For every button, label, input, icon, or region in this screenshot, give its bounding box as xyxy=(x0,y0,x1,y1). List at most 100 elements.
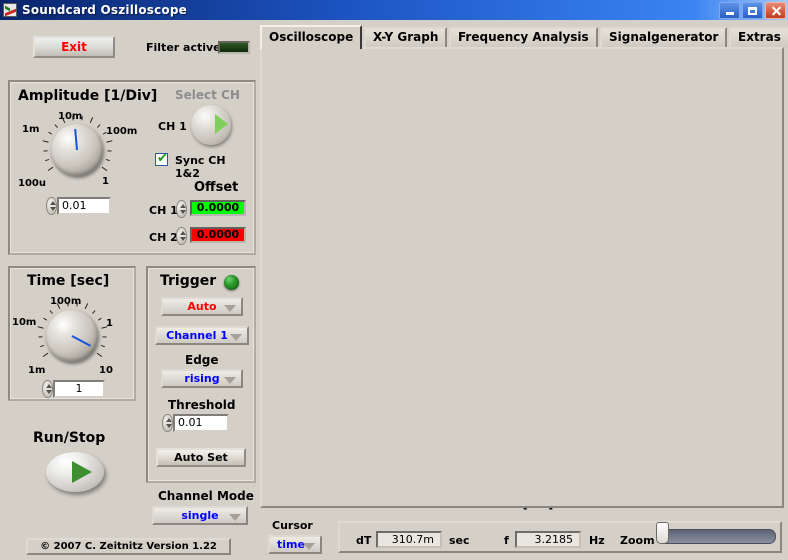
chevron-down-icon xyxy=(229,514,241,521)
trigger-mode-value: Auto xyxy=(187,300,217,313)
threshold-title: Threshold xyxy=(168,398,236,412)
chevron-down-icon xyxy=(230,334,242,341)
tab-content-panel xyxy=(260,47,784,508)
time-title: Time [sec] xyxy=(27,273,110,289)
dt-field[interactable]: 310.7m xyxy=(376,531,442,548)
copyright-label: © 2007 C. Zeitnitz Version 1.22 xyxy=(26,538,231,555)
offset-ch1-stepper[interactable] xyxy=(176,200,187,218)
tab-oscilloscope[interactable]: Oscilloscope xyxy=(260,25,363,49)
trigger-panel: Trigger Auto Channel 1 Edge rising Thres… xyxy=(146,266,256,483)
offset-ch1-field[interactable]: 0.0000 xyxy=(190,200,246,216)
threshold-stepper[interactable]: 0.01 xyxy=(162,414,229,432)
frequency-unit-label: Hz xyxy=(589,534,605,547)
tab-strip: Oscilloscope X-Y Graph Frequency Analysis S… xyxy=(260,25,788,49)
filter-active-label: Filter active xyxy=(146,41,221,54)
run-stop-title: Run/Stop xyxy=(33,430,106,446)
offset-ch1-spin-arrows[interactable] xyxy=(176,200,187,218)
tab-x-y-graph[interactable]: X-Y Graph xyxy=(364,27,448,48)
cursor-mode-dropdown[interactable]: time xyxy=(268,535,322,554)
run-stop-button[interactable] xyxy=(46,452,104,492)
zoom-slider-thumb[interactable] xyxy=(656,522,669,544)
window-titlebar: Soundcard Oszilloscope xyxy=(0,0,788,20)
amplitude-value-field[interactable]: 0.01 xyxy=(57,197,111,215)
amplitude-title: Amplitude [1/Div] xyxy=(18,88,158,104)
trigger-led xyxy=(224,275,239,290)
threshold-spin-arrows[interactable] xyxy=(162,414,173,432)
trigger-edge-title: Edge xyxy=(185,353,219,367)
tab-signalgenerator[interactable]: Signalgenerator xyxy=(600,27,728,48)
frequency-field[interactable]: 3.2185 xyxy=(515,531,581,548)
amplitude-knob[interactable] xyxy=(51,124,103,176)
offset-ch2-field[interactable]: 0.0000 xyxy=(190,227,246,243)
oscilloscope-icon xyxy=(3,3,17,17)
tab-label: Signalgenerator xyxy=(609,30,719,44)
time-knob-label-10: 10 xyxy=(99,365,113,376)
zoom-slider-track[interactable] xyxy=(658,529,776,544)
threshold-field[interactable]: 0.01 xyxy=(173,414,229,432)
trigger-channel-dropdown[interactable]: Channel 1 xyxy=(155,326,249,345)
sync-ch-checkbox[interactable] xyxy=(155,151,168,166)
select-ch-knob[interactable] xyxy=(191,105,231,145)
trigger-edge-value: rising xyxy=(184,372,220,385)
trigger-channel-value: Channel 1 xyxy=(166,329,228,342)
chevron-down-icon xyxy=(303,543,315,550)
tab-label: X-Y Graph xyxy=(373,30,439,44)
select-ch-pointer-icon xyxy=(215,114,228,134)
amplitude-spin-arrows[interactable] xyxy=(46,197,57,215)
cursor-control: Cursor time xyxy=(268,519,322,555)
time-knob-label-10m: 10m xyxy=(12,317,37,328)
tab-frequency-analysis[interactable]: Frequency Analysis xyxy=(449,27,598,48)
select-ch-value: CH 1 xyxy=(158,120,187,133)
time-knob-label-1m: 1m xyxy=(28,365,46,376)
time-spin-arrows[interactable] xyxy=(42,380,53,398)
auto-set-button[interactable]: Auto Set xyxy=(156,448,246,467)
knob-tick xyxy=(43,150,48,152)
knob-tick xyxy=(107,150,112,152)
offset-ch2-label: CH 2 xyxy=(149,231,178,244)
knob-tick xyxy=(102,336,107,338)
tab-label: Oscilloscope xyxy=(269,30,354,44)
zoom-label: Zoom xyxy=(620,534,655,547)
amplitude-knob-label-100m: 100m xyxy=(106,126,138,137)
time-value-field[interactable]: 1 xyxy=(53,380,105,398)
amplitude-knob-label-1m: 1m xyxy=(22,124,40,135)
trigger-edge-dropdown[interactable]: rising xyxy=(161,369,243,388)
minimize-button[interactable] xyxy=(719,2,740,19)
knob-tick xyxy=(38,336,43,338)
filter-active-led xyxy=(218,41,250,54)
close-button[interactable] xyxy=(765,2,786,19)
exit-button[interactable]: Exit xyxy=(33,36,115,58)
amplitude-value-stepper[interactable]: 0.01 xyxy=(46,197,111,215)
time-knob[interactable] xyxy=(46,310,98,362)
offset-title: Offset xyxy=(194,180,239,195)
channel-mode-title: Channel Mode xyxy=(158,489,254,503)
time-value-stepper[interactable]: 1 xyxy=(42,380,105,398)
tab-extras[interactable]: Extras xyxy=(729,27,788,48)
cursor-mode-value: time xyxy=(277,538,305,551)
chevron-down-icon xyxy=(224,305,236,312)
play-icon xyxy=(72,461,92,483)
trigger-mode-dropdown[interactable]: Auto xyxy=(161,297,243,316)
time-panel: Time [sec] 100m 10m 1 10 1m 1 xyxy=(8,266,136,401)
chevron-down-icon xyxy=(224,377,236,384)
offset-ch2-spin-arrows[interactable] xyxy=(176,227,187,245)
maximize-button[interactable] xyxy=(742,2,763,19)
tab-label: Frequency Analysis xyxy=(458,30,589,44)
dt-unit-label: sec xyxy=(449,534,470,547)
frequency-label: f xyxy=(504,534,509,547)
channel-mode-value: single xyxy=(181,509,219,522)
time-knob-label-1: 1 xyxy=(106,318,113,329)
window-title: Soundcard Oszilloscope xyxy=(22,3,187,17)
trigger-title: Trigger xyxy=(160,273,217,289)
application-window: Soundcard Oszilloscope Exit Filter activ… xyxy=(0,0,788,560)
cursor-title: Cursor xyxy=(272,519,313,532)
channel-mode-dropdown[interactable]: single xyxy=(152,506,248,525)
amplitude-panel: Amplitude [1/Div] 10m 1m 100m 1 100u 0.0… xyxy=(8,80,256,255)
sync-ch-label: Sync CH 1&2 xyxy=(175,154,226,180)
dt-label: dT xyxy=(356,534,372,547)
offset-ch1-label: CH 1 xyxy=(149,204,178,217)
window-controls xyxy=(719,2,786,19)
select-ch-title: Select CH xyxy=(175,88,240,102)
offset-ch2-stepper[interactable] xyxy=(176,227,187,245)
tab-label: Extras xyxy=(738,30,781,44)
